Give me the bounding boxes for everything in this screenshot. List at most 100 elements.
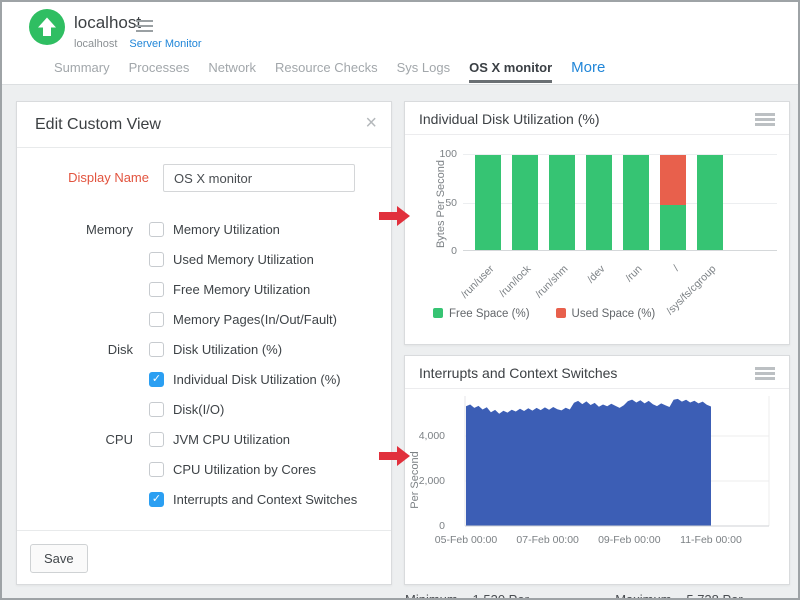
app-window: localhost localhost Server Monitor Summar…	[0, 0, 800, 600]
x-label-dev: /dev	[534, 263, 608, 337]
option-row-cpu-utilization-by-cores: CPU Utilization by Cores	[17, 454, 391, 484]
checkbox-label-memory-pages-in-out-fault: Memory Pages(In/Out/Fault)	[173, 312, 337, 327]
maximum-value: Maximum = 5,728 Per Second	[615, 592, 789, 600]
x-label-run-user: /run/user	[423, 263, 497, 337]
server-status-up-icon	[29, 9, 65, 45]
dialog-title: Edit Custom View	[35, 116, 161, 134]
checkbox-label-individual-disk-utilization: Individual Disk Utilization (%)	[173, 372, 341, 387]
bar-free-segment	[660, 205, 686, 250]
tab-summary[interactable]: Summary	[54, 60, 110, 83]
tab-os-x-monitor[interactable]: OS X monitor	[469, 60, 552, 83]
option-row-jvm-cpu-utilization: CPUJVM CPU Utilization	[17, 424, 391, 454]
checkbox-disk-i-o[interactable]	[149, 402, 164, 417]
arrow-to-interrupts-chart-icon	[379, 446, 410, 466]
x-label-run-shm: /run/shm	[497, 263, 571, 337]
disk-chart-legend: Free Space (%) Used Space (%)	[433, 308, 655, 320]
checkbox-label-memory-utilization: Memory Utilization	[173, 222, 280, 237]
bar-free-segment	[549, 155, 575, 250]
min-max-summary: Minimum = 1,530 Per Second Maximum = 5,7…	[405, 592, 789, 600]
breadcrumb: localhost Server Monitor	[74, 38, 202, 50]
save-button[interactable]: Save	[30, 544, 88, 573]
disk-chart-title: Individual Disk Utilization (%)	[419, 111, 600, 127]
tab-processes[interactable]: Processes	[129, 60, 190, 83]
option-row-individual-disk-utilization: ✓ Individual Disk Utilization (%)	[17, 364, 391, 394]
tab-more[interactable]: More	[571, 59, 605, 83]
bar-free-segment	[586, 155, 612, 250]
disk-chart-x-labels: /run/user/run/lock/run/shm/dev/run//sys/…	[463, 257, 777, 309]
checkbox-label-disk-i-o: Disk(I/O)	[173, 402, 224, 417]
close-icon[interactable]: ×	[365, 113, 377, 133]
y-tick-0: 0	[417, 245, 457, 257]
edit-custom-view-dialog: Edit Custom View × Display Name MemoryMe…	[16, 101, 392, 585]
breadcrumb-host: localhost	[74, 38, 117, 50]
arrow-to-disk-chart-icon	[379, 206, 410, 226]
checkbox-label-used-memory-utilization: Used Memory Utilization	[173, 252, 314, 267]
checkbox-free-memory-utilization[interactable]	[149, 282, 164, 297]
dialog-header: Edit Custom View ×	[17, 102, 391, 148]
bar-used-segment	[660, 155, 686, 205]
y-tick-4000: 4,000	[405, 430, 445, 442]
x-label-sys-fs-cgroup: /sys/fs/cgroup	[645, 263, 719, 337]
option-row-free-memory-utilization: Free Memory Utilization	[17, 274, 391, 304]
checkbox-individual-disk-utilization[interactable]: ✓	[149, 372, 164, 387]
minimum-value: Minimum = 1,530 Per Second	[405, 592, 575, 600]
bar-run-user[interactable]	[475, 155, 501, 250]
tab-bar: Summary Processes Network Resource Checks Sy…	[54, 56, 605, 83]
checkbox-jvm-cpu-utilization[interactable]	[149, 432, 164, 447]
x-label-07-feb-00-00: 07-Feb 00:00	[508, 534, 588, 546]
tab-network[interactable]: Network	[208, 60, 256, 83]
checkbox-label-disk-utilization: Disk Utilization (%)	[173, 342, 282, 357]
bar-free-segment	[512, 155, 538, 250]
bar-run-lock[interactable]	[512, 155, 538, 250]
bar-sys-fs-cgroup[interactable]	[697, 155, 723, 250]
x-label-05-feb-00-00: 05-Feb 00:00	[426, 534, 506, 546]
bar-run[interactable]	[623, 155, 649, 250]
chart-menu-icon[interactable]	[755, 367, 775, 380]
checkbox-memory-pages-in-out-fault[interactable]	[149, 312, 164, 327]
bar-run-shm[interactable]	[549, 155, 575, 250]
tab-resource-checks[interactable]: Resource Checks	[275, 60, 378, 83]
bar-dev[interactable]	[586, 155, 612, 250]
checkbox-used-memory-utilization[interactable]	[149, 252, 164, 267]
metric-options-list: Memory Memory Utilization Used Memory Util…	[17, 214, 391, 514]
checkbox-interrupts-and-context-switches[interactable]: ✓	[149, 492, 164, 507]
option-row-memory-pages-in-out-fault: Memory Pages(In/Out/Fault)	[17, 304, 391, 334]
legend-item-used-space[interactable]: Used Space (%)	[556, 308, 656, 320]
title-menu-icon[interactable]	[136, 20, 153, 32]
y-tick-2000: 2,000	[405, 475, 445, 487]
interrupts-panel: Interrupts and Context Switches Per Seco…	[404, 355, 790, 585]
option-row-interrupts-and-context-switches: ✓Interrupts and Context Switches	[17, 484, 391, 514]
checkbox-label-jvm-cpu-utilization: JVM CPU Utilization	[173, 432, 290, 447]
page-title: localhost	[74, 13, 141, 33]
option-row-memory-utilization: Memory Memory Utilization	[17, 214, 391, 244]
y-tick-0: 0	[405, 520, 445, 532]
y-tick-50: 50	[417, 197, 457, 209]
option-row-used-memory-utilization: Used Memory Utilization	[17, 244, 391, 274]
tab-sys-logs[interactable]: Sys Logs	[397, 60, 450, 83]
y-tick-100: 100	[417, 148, 457, 160]
breadcrumb-server-monitor-link[interactable]: Server Monitor	[129, 38, 201, 50]
checkbox-memory-utilization[interactable]	[149, 222, 164, 237]
interrupts-chart-title: Interrupts and Context Switches	[419, 365, 617, 381]
content-area: Edit Custom View × Display Name MemoryMe…	[2, 84, 798, 600]
display-name-input[interactable]	[163, 164, 355, 192]
legend-swatch	[556, 308, 566, 318]
checkbox-disk-utilization[interactable]	[149, 342, 164, 357]
bar-free-segment	[623, 155, 649, 250]
panel-header: Individual Disk Utilization (%)	[405, 102, 789, 135]
disk-chart-plot	[463, 154, 777, 251]
dialog-footer: Save	[17, 530, 391, 586]
display-name-label: Display Name	[17, 170, 149, 185]
x-label-run: /run	[571, 263, 645, 337]
legend-item-free-space[interactable]: Free Space (%)	[433, 308, 530, 320]
bar-free-segment	[697, 155, 723, 250]
panel-header: Interrupts and Context Switches	[405, 356, 789, 389]
option-row-disk-i-o: Disk(I/O)	[17, 394, 391, 424]
category-label-memory: Memory	[17, 222, 149, 237]
checkbox-cpu-utilization-by-cores[interactable]	[149, 462, 164, 477]
x-label-run-lock: /run/lock	[460, 263, 534, 337]
bar-[interactable]	[660, 155, 686, 250]
display-name-row: Display Name	[17, 164, 391, 192]
chart-menu-icon[interactable]	[755, 113, 775, 126]
option-row-disk-utilization: DiskDisk Utilization (%)	[17, 334, 391, 364]
